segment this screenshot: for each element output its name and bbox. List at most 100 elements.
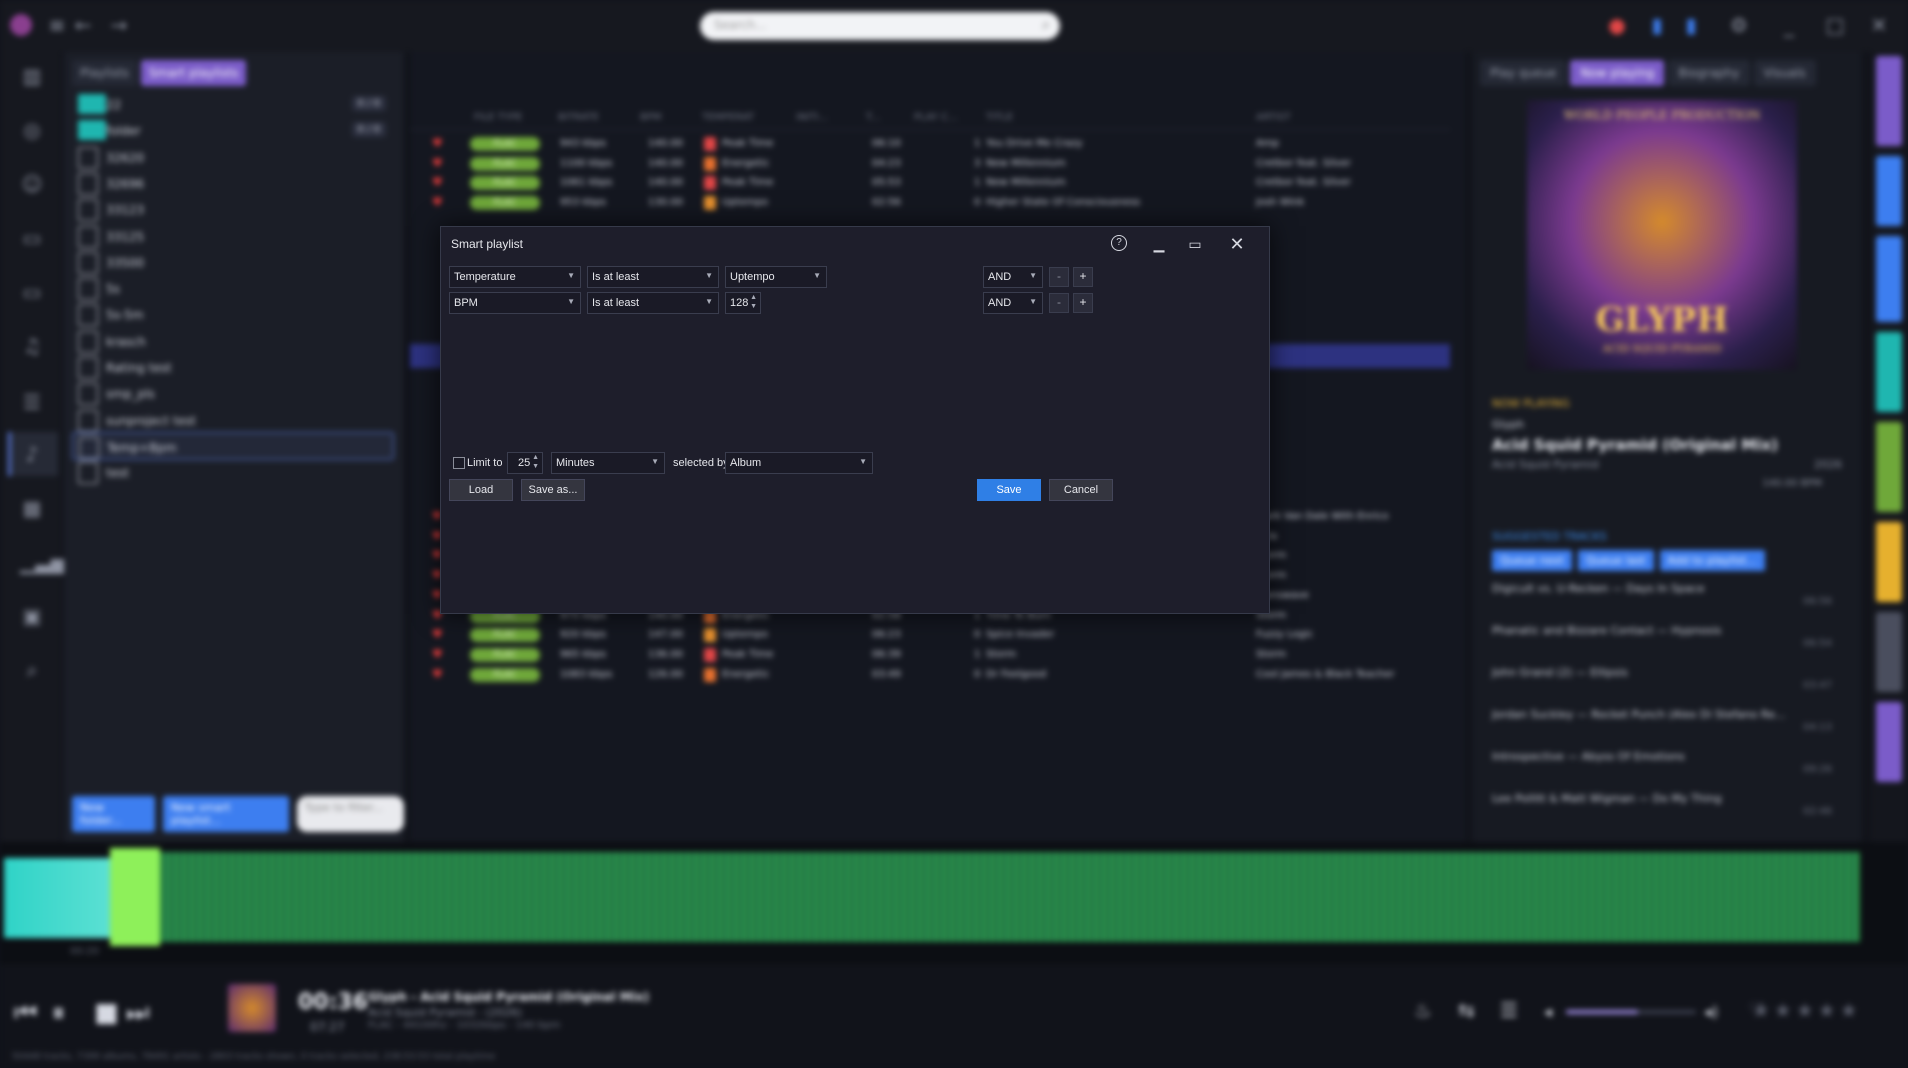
rule-field-select[interactable]: BPM ▼ [449,292,581,314]
tab-now-playing[interactable]: Now playing [1570,60,1665,86]
remove-rule-button[interactable]: - [1049,293,1069,313]
rule-value-stepper[interactable]: 128 ▲ ▼ [725,292,761,314]
previous-icon[interactable]: ⏮ [14,998,37,1029]
heart-icon[interactable]: ♥ [432,667,443,681]
heart-icon[interactable]: ♥ [432,627,443,641]
forward-arrow-icon[interactable]: → [108,14,130,36]
avatar-icon[interactable]: ● [1606,14,1628,36]
col-header[interactable]: PLAY C... [914,112,958,123]
layout-left-icon[interactable]: ▮ [1646,14,1668,36]
limit-checkbox[interactable] [453,457,465,469]
col-header[interactable]: TITLE [986,112,1013,123]
rule-logic-select[interactable]: AND ▼ [983,266,1043,288]
limit-unit-select[interactable]: Minutes ▼ [551,452,665,474]
playlist-item[interactable]: 5s [72,274,394,302]
image-icon[interactable]: ▣ [20,604,44,628]
tab-biography[interactable]: Biography [1668,60,1750,86]
minimize-icon[interactable]: ▁ [1147,233,1171,255]
heart-icon[interactable]: ♥ [432,195,443,209]
side-launcher-button[interactable] [1876,332,1902,412]
volume-down-icon[interactable]: ◂ [1544,1002,1552,1021]
rule-operator-select[interactable]: Is at least ▼ [587,292,719,314]
tab-play-queue[interactable]: Play queue [1480,60,1567,86]
side-launcher-button[interactable] [1876,56,1902,146]
remove-rule-button[interactable]: - [1049,267,1069,287]
fire-icon[interactable]: ♨ [1414,998,1432,1022]
suggested-track[interactable]: Introspective — Abyss Of Emotions 09:26 [1492,750,1832,775]
stepper-up-icon[interactable]: ▲ [750,294,757,301]
limit-value-stepper[interactable]: 25 ▲ ▼ [507,452,543,474]
calendar-icon[interactable]: ▦ [20,496,44,520]
search-nav-icon[interactable]: ⌕ [20,658,44,682]
maximize-icon[interactable]: □ [1824,14,1846,36]
volume-up-icon[interactable]: ◂) [1704,1002,1718,1021]
disc-icon[interactable]: ◎ [20,118,44,142]
music-note-icon[interactable]: ♪ [20,442,44,466]
playlist-item[interactable]: 33125 [72,222,394,250]
track-row[interactable]: ♥ FLAC 1083 kbps 126.00 Energetic 03:49 0 Dr Fe… [410,663,1450,687]
side-launcher-button[interactable] [1876,702,1902,782]
now-playing-artist[interactable]: Glyph [1492,418,1524,431]
artists-icon[interactable]: ☺ [20,172,44,196]
waveform-seekbar[interactable]: 00:20 [0,842,1908,964]
minimize-icon[interactable]: _ [1778,14,1800,36]
load-button[interactable]: Load [449,479,513,501]
suggested-track[interactable]: John Grand (2) — Ellipsis 03:47 [1492,666,1832,691]
side-launcher-button[interactable] [1876,612,1902,692]
playlist-item[interactable]: 33123 [72,195,394,223]
playlist-item[interactable]: 5s-5m [72,300,394,328]
cast-icon[interactable]: ⇆ [1458,998,1475,1022]
col-header[interactable]: BITRATE [558,112,599,123]
stop-icon[interactable]: ■ [94,998,119,1028]
now-playing-album[interactable]: Acid Squid Pyramid [1492,458,1599,471]
tab-smart-playlists[interactable]: Smart playlists [140,60,247,86]
side-launcher-button[interactable] [1876,422,1902,512]
col-header[interactable]: FILE TYPE [474,112,522,123]
playlist-item[interactable]: krasch [72,327,394,355]
rating-stars[interactable]: ★★★★★ [1752,998,1862,1022]
col-header[interactable]: ARTIST [1256,112,1291,123]
playlist-item[interactable]: 33500 [72,248,394,276]
file-audio-icon[interactable]: ♫ [20,334,44,358]
heart-icon[interactable]: ♥ [432,156,443,170]
playlist-item[interactable]: test [72,458,394,486]
playlist-item[interactable]: 22 0 / 0 [72,90,394,118]
col-header[interactable]: BPM [640,112,662,123]
library-icon[interactable]: ▥ [20,64,44,88]
save-button[interactable]: Save [977,479,1041,501]
suggested-track[interactable]: Digicult vs. U-Recken — Days In Space 06:… [1492,582,1832,607]
add-rule-button[interactable]: + [1073,267,1093,287]
stepper-down-icon[interactable]: ▼ [532,463,539,470]
suggested-tracks-label[interactable]: SUGGESTED TRACKS [1492,530,1607,543]
cancel-button[interactable]: Cancel [1049,479,1113,501]
queue-next-button[interactable]: Queue next [1492,550,1573,571]
heart-icon[interactable]: ♥ [432,647,443,661]
rule-logic-select[interactable]: AND ▼ [983,292,1043,314]
playlist-filter-input[interactable]: Type to filter... [296,796,404,832]
queue-last-button[interactable]: Queue last [1578,550,1654,571]
new-folder-button[interactable]: New folder... [72,796,155,832]
back-arrow-icon[interactable]: ← [72,14,94,36]
close-icon[interactable]: ✕ [1868,14,1890,36]
stepper-down-icon[interactable]: ▼ [750,303,757,310]
pause-icon[interactable]: ⏸ [52,998,65,1029]
track-row[interactable]: ♥ FLAC 953 kbps 130.00 Uptempo 02:56 0 Higher S… [410,191,1450,215]
selected-by-select[interactable]: Album ▼ [725,452,873,474]
playlist-item[interactable]: 32620 [72,143,394,171]
heart-icon[interactable]: ♥ [432,136,443,150]
monitor-icon[interactable]: ▭ [20,280,44,304]
col-header[interactable]: TEMPERAT [702,112,754,123]
playlist-icon[interactable]: ☰ [20,390,44,414]
playlist-item[interactable]: Temp+Bpm [72,431,394,460]
tab-playlists[interactable]: Playlists [72,60,137,86]
gear-icon[interactable]: ⚙ [1728,14,1750,36]
suggested-track[interactable]: Phanatic and Bizzare Contact — Hypnosis 0… [1492,624,1832,649]
next-icon[interactable]: ⏭ [126,998,149,1029]
menu-icon[interactable]: ≡ [46,14,68,36]
player-album-art[interactable] [228,984,276,1032]
tab-visuals[interactable]: Visuals [1753,60,1816,86]
side-launcher-button[interactable] [1876,156,1902,226]
new-smart-playlist-button[interactable]: New smart playlist... [162,796,289,832]
col-header[interactable]: INITI... [796,112,828,123]
suggested-track[interactable]: Jordan Suckley — Rocket Punch (Alex Di S… [1492,708,1832,733]
